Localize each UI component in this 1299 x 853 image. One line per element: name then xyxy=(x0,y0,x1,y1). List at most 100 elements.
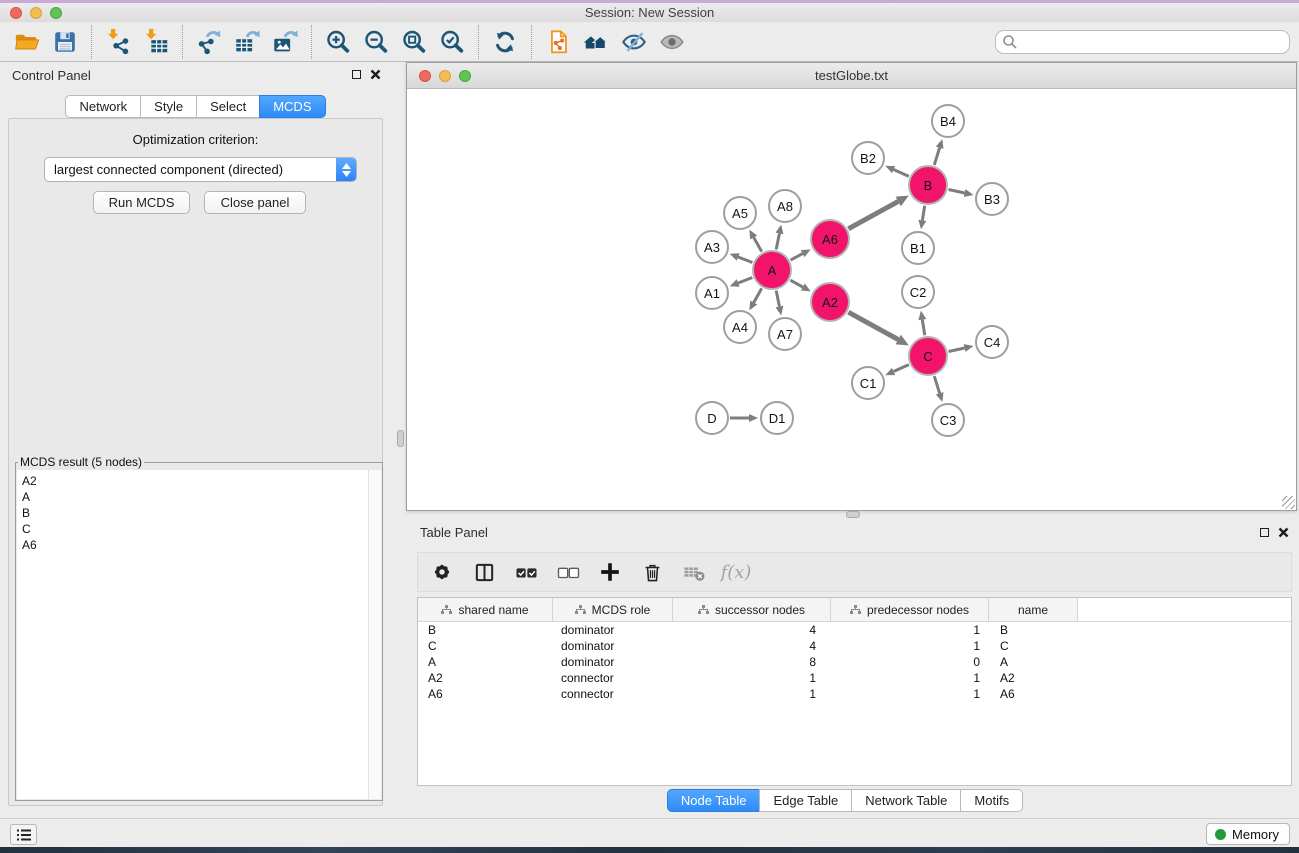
task-history-button[interactable] xyxy=(10,824,37,845)
column-header-name[interactable]: name xyxy=(989,598,1078,621)
tab-motifs[interactable]: Motifs xyxy=(960,789,1023,812)
table-cell[interactable]: connector xyxy=(553,671,673,685)
table-cell[interactable]: 1 xyxy=(831,623,989,637)
table-cell[interactable]: 8 xyxy=(673,655,831,669)
tab-edge-table[interactable]: Edge Table xyxy=(759,789,852,812)
import-network-button[interactable] xyxy=(99,24,137,60)
mcds-result-item[interactable]: A xyxy=(22,489,381,505)
zoom-fit-button[interactable] xyxy=(395,24,433,60)
refresh-button[interactable] xyxy=(486,24,524,60)
table-cell[interactable]: dominator xyxy=(553,639,673,653)
table-row[interactable]: Bdominator41B xyxy=(418,622,1291,638)
criterion-dropdown[interactable]: largest connected component (directed) xyxy=(44,157,357,182)
table-cell[interactable]: dominator xyxy=(553,623,673,637)
tab-mcds[interactable]: MCDS xyxy=(259,95,325,118)
column-header-mcds-role[interactable]: MCDS role xyxy=(553,598,673,621)
delete-row-button[interactable] xyxy=(634,555,670,589)
select-all-button[interactable] xyxy=(508,555,544,589)
hide-selected-button[interactable] xyxy=(615,24,653,60)
table-row[interactable]: A6connector11A6 xyxy=(418,686,1291,702)
table-cell[interactable]: B xyxy=(989,623,1078,637)
graph-node-A7[interactable]: A7 xyxy=(768,317,802,351)
tab-select[interactable]: Select xyxy=(196,95,260,118)
tab-node-table[interactable]: Node Table xyxy=(667,789,761,812)
column-header-predecessor-nodes[interactable]: predecessor nodes xyxy=(831,598,989,621)
tab-style[interactable]: Style xyxy=(140,95,197,118)
import-table-button[interactable] xyxy=(137,24,175,60)
graph-node-A6[interactable]: A6 xyxy=(810,219,850,259)
table-cell[interactable]: 4 xyxy=(673,639,831,653)
show-all-button[interactable] xyxy=(653,24,691,60)
open-file-button[interactable] xyxy=(8,24,46,60)
graph-node-A4[interactable]: A4 xyxy=(723,310,757,344)
table-cell[interactable]: A6 xyxy=(418,687,553,701)
float-panel-icon[interactable] xyxy=(352,70,361,79)
table-cell[interactable]: B xyxy=(418,623,553,637)
graph-node-B1[interactable]: B1 xyxy=(901,231,935,265)
table-row[interactable]: Adominator80A xyxy=(418,654,1291,670)
close-panel-icon[interactable] xyxy=(370,69,381,80)
table-cell[interactable]: A2 xyxy=(989,671,1078,685)
graph-node-D1[interactable]: D1 xyxy=(760,401,794,435)
add-row-button[interactable] xyxy=(592,555,628,589)
window-resize-grip[interactable] xyxy=(1282,496,1295,509)
column-header-successor-nodes[interactable]: successor nodes xyxy=(673,598,831,621)
save-session-button[interactable] xyxy=(46,24,84,60)
mcds-result-item[interactable]: A6 xyxy=(22,537,381,553)
graph-node-A1[interactable]: A1 xyxy=(695,276,729,310)
table-cell[interactable]: 1 xyxy=(673,687,831,701)
run-mcds-button[interactable]: Run MCDS xyxy=(93,191,190,214)
graph-node-A2[interactable]: A2 xyxy=(810,282,850,322)
graph-node-C3[interactable]: C3 xyxy=(931,403,965,437)
table-cell[interactable]: 1 xyxy=(831,687,989,701)
table-cell[interactable]: A6 xyxy=(989,687,1078,701)
network-canvas[interactable]: AA1A2A3A4A5A6A7A8BB1B2B3B4CC1C2C3C4DD1 xyxy=(407,89,1296,510)
graph-node-C[interactable]: C xyxy=(908,336,948,376)
table-cell[interactable]: 4 xyxy=(673,623,831,637)
graph-node-C4[interactable]: C4 xyxy=(975,325,1009,359)
close-panel-button[interactable]: Close panel xyxy=(204,191,306,214)
open-session-file-button[interactable] xyxy=(539,24,577,60)
destroy-network-button[interactable] xyxy=(577,24,615,60)
table-cell[interactable]: dominator xyxy=(553,655,673,669)
network-horizontal-scrollbar-thumb[interactable] xyxy=(846,511,860,518)
table-cell[interactable]: A xyxy=(989,655,1078,669)
table-settings-button[interactable] xyxy=(424,555,460,589)
graph-node-C1[interactable]: C1 xyxy=(851,366,885,400)
deselect-all-button[interactable] xyxy=(550,555,586,589)
graph-node-A3[interactable]: A3 xyxy=(695,230,729,264)
table-cell[interactable]: 1 xyxy=(673,671,831,685)
graph-node-B4[interactable]: B4 xyxy=(931,104,965,138)
graph-node-B3[interactable]: B3 xyxy=(975,182,1009,216)
zoom-selected-button[interactable] xyxy=(433,24,471,60)
export-network-button[interactable] xyxy=(190,24,228,60)
show-columns-button[interactable] xyxy=(466,555,502,589)
zoom-out-button[interactable] xyxy=(357,24,395,60)
tab-network[interactable]: Network xyxy=(65,95,141,118)
mcds-result-item[interactable]: C xyxy=(22,521,381,537)
export-table-button[interactable] xyxy=(228,24,266,60)
table-cell[interactable]: A2 xyxy=(418,671,553,685)
table-row[interactable]: A2connector11A2 xyxy=(418,670,1291,686)
column-header-shared-name[interactable]: shared name xyxy=(418,598,553,621)
table-cell[interactable]: 1 xyxy=(831,671,989,685)
table-row[interactable]: Cdominator41C xyxy=(418,638,1291,654)
tab-network-table[interactable]: Network Table xyxy=(851,789,961,812)
table-cell[interactable]: A xyxy=(418,655,553,669)
mcds-result-item[interactable]: A2 xyxy=(22,473,381,489)
graph-node-D[interactable]: D xyxy=(695,401,729,435)
table-cell[interactable]: C xyxy=(989,639,1078,653)
graph-node-B[interactable]: B xyxy=(908,165,948,205)
close-panel-icon[interactable] xyxy=(1278,527,1289,538)
table-cell[interactable]: connector xyxy=(553,687,673,701)
network-vertical-scrollbar-thumb[interactable] xyxy=(397,430,404,447)
graph-node-A5[interactable]: A5 xyxy=(723,196,757,230)
graph-node-A8[interactable]: A8 xyxy=(768,189,802,223)
graph-node-C2[interactable]: C2 xyxy=(901,275,935,309)
graph-node-A[interactable]: A xyxy=(752,250,792,290)
table-cell[interactable]: C xyxy=(418,639,553,653)
search-input[interactable] xyxy=(995,30,1290,54)
export-image-button[interactable] xyxy=(266,24,304,60)
table-cell[interactable]: 1 xyxy=(831,639,989,653)
mcds-list-scrollbar[interactable] xyxy=(368,470,381,799)
